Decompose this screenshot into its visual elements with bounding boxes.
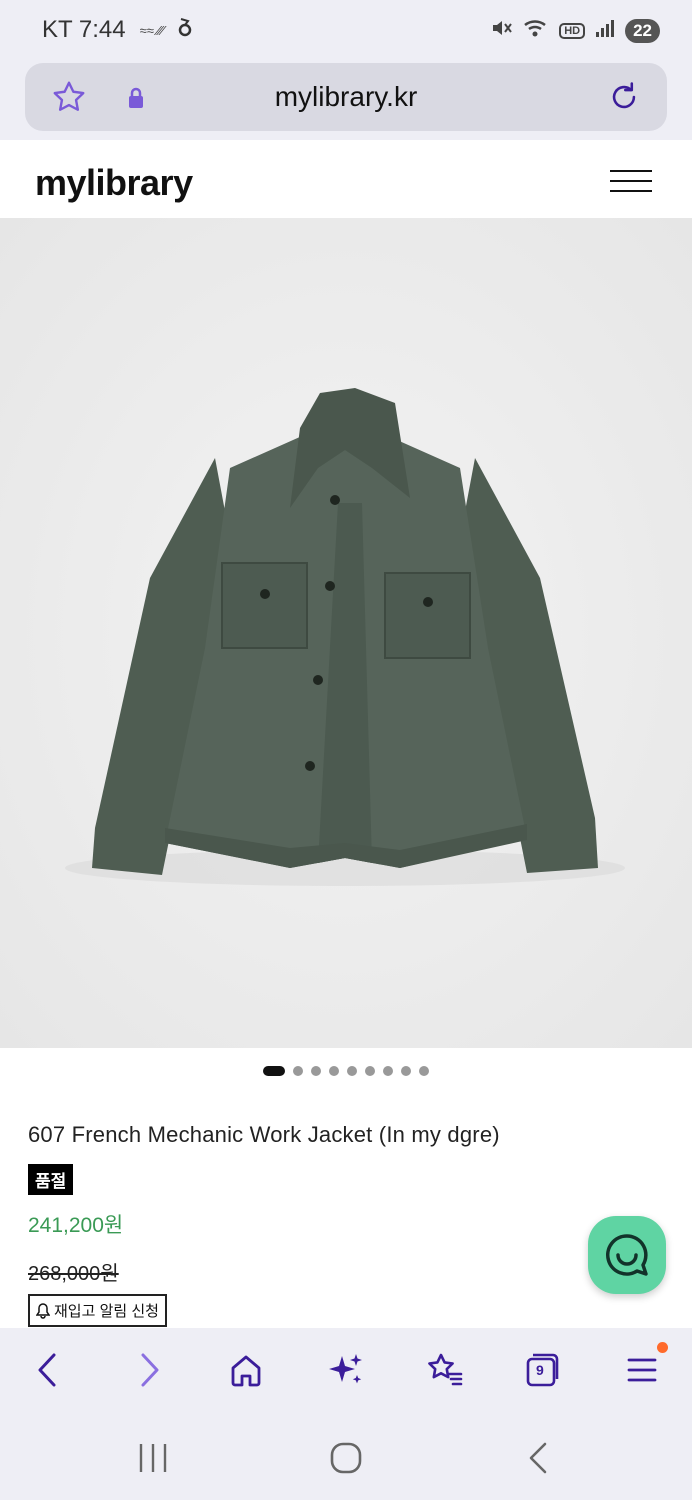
gallery-dot[interactable]	[365, 1066, 375, 1076]
sale-price: 241,200원	[28, 1214, 124, 1237]
recent-apps-button[interactable]	[138, 1441, 168, 1480]
back-button[interactable]	[27, 1350, 67, 1390]
chevron-right-icon	[141, 1353, 159, 1387]
gallery-pagination	[0, 1066, 692, 1076]
gallery-dot[interactable]	[347, 1066, 357, 1076]
home-circle-icon	[330, 1442, 362, 1474]
signal-icon	[595, 19, 615, 42]
carrier: KT	[42, 16, 73, 43]
browser-menu-button[interactable]	[622, 1342, 668, 1390]
hamburger-menu-button[interactable]	[610, 170, 652, 192]
home-icon	[231, 1355, 261, 1387]
address-bar[interactable]: mylibrary.kr	[25, 63, 667, 131]
back-nav-button[interactable]	[527, 1441, 549, 1480]
bell-icon	[36, 1302, 50, 1319]
notification-dot	[657, 1342, 668, 1353]
chat-button[interactable]	[588, 1216, 666, 1294]
jacket-illustration	[65, 388, 625, 886]
gallery-dot[interactable]	[329, 1066, 339, 1076]
gallery-dot[interactable]	[419, 1066, 429, 1076]
wifi-icon	[523, 18, 549, 43]
site-logo[interactable]: mylibrary	[35, 162, 193, 204]
clock: 7:44	[78, 16, 126, 43]
tabs-button[interactable]: 9	[522, 1350, 562, 1390]
sparkle-icon	[329, 1354, 362, 1384]
gallery-dot[interactable]	[293, 1066, 303, 1076]
forward-button[interactable]	[130, 1350, 170, 1390]
hd-icon: HD	[559, 22, 586, 39]
gallery-dot[interactable]	[383, 1066, 393, 1076]
original-price: 268,000원	[28, 1263, 119, 1285]
gallery-dot[interactable]	[401, 1066, 411, 1076]
product-info: 607 French Mechanic Work Jacket (In my d…	[28, 1122, 664, 1327]
status-time-group: KT 7:44	[42, 16, 126, 44]
status-right: HD 22	[491, 18, 660, 43]
menu-line-icon	[610, 170, 652, 172]
menu-icon	[627, 1358, 657, 1382]
status-bar: KT 7:44 ≈≈ ∕∕∕ HD 22	[0, 0, 692, 62]
chevron-left-icon	[38, 1353, 56, 1387]
back-arrow-icon	[529, 1442, 547, 1474]
restock-label: 재입고 알림 신청	[54, 1303, 159, 1320]
reload-icon[interactable]	[607, 79, 641, 120]
browser-toolbar: 9	[0, 1328, 692, 1413]
url-text[interactable]: mylibrary.kr	[25, 81, 667, 113]
bookmarks-button[interactable]	[424, 1350, 464, 1390]
home-nav-button[interactable]	[329, 1441, 363, 1480]
ai-assistant-button[interactable]	[326, 1350, 366, 1390]
product-title: 607 French Mechanic Work Jacket (In my d…	[28, 1122, 500, 1147]
status-left: KT 7:44 ≈≈ ∕∕∕	[42, 16, 192, 44]
home-button[interactable]	[226, 1350, 266, 1390]
recent-apps-icon	[139, 1444, 167, 1472]
tab-count: 9	[536, 1362, 544, 1378]
system-nav-bar	[0, 1413, 692, 1500]
gallery-dot[interactable]	[311, 1066, 321, 1076]
product-image[interactable]	[0, 218, 692, 1048]
battery-indicator: 22	[625, 18, 660, 43]
chat-smile-icon	[606, 1234, 648, 1276]
soldout-badge: 품절	[28, 1164, 74, 1195]
gallery-dot[interactable]	[263, 1066, 285, 1076]
star-list-icon	[428, 1353, 463, 1386]
app-notification-icon	[178, 16, 192, 44]
restock-alert-button[interactable]: 재입고 알림 신청	[28, 1294, 167, 1327]
mute-icon	[491, 18, 513, 43]
menu-line-icon	[610, 190, 652, 192]
menu-line-icon	[610, 180, 652, 182]
web-page: mylibrary 607 French Mechanic Work Jacke…	[0, 140, 692, 1328]
site-header: mylibrary	[0, 140, 692, 218]
notification-icons: ≈≈ ∕∕∕	[139, 22, 165, 38]
